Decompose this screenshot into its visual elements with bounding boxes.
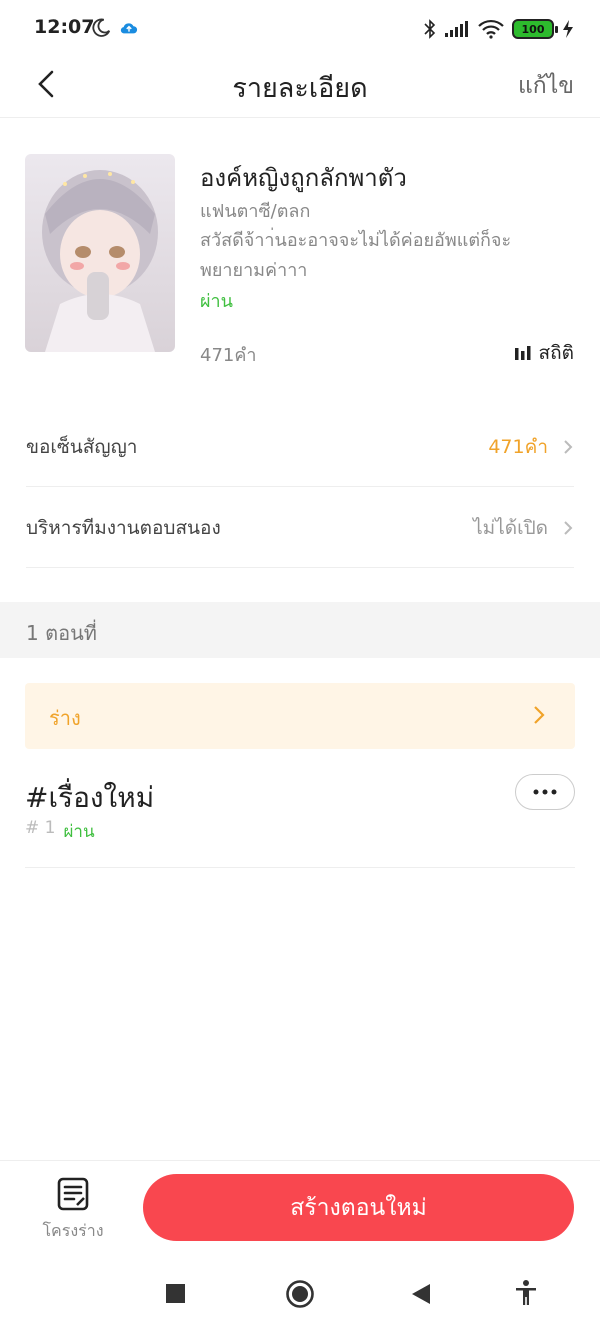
navbar: รายละเอียด แก้ไข: [0, 58, 600, 118]
signal-icon: [445, 21, 468, 37]
book-genre: แฟนตาซี/ตลก: [200, 201, 311, 222]
cloud-upload-icon: [120, 23, 138, 34]
book-word-count: 471คำ: [200, 345, 257, 366]
bar-chart-icon: [514, 346, 531, 360]
book-title: องค์หญิงถูกลักพาตัว: [200, 164, 407, 192]
team-response-value: ไม่ได้เปิด: [473, 516, 548, 539]
book-info: องค์หญิงถูกลักพาตัว แฟนตาซี/ตลก สวัสดีจ้…: [0, 154, 600, 366]
battery-level: 100: [521, 22, 545, 36]
team-response-row[interactable]: บริหารทีมงานตอบสนอง ไม่ได้เปิด: [26, 488, 574, 568]
chevron-right-icon: [534, 706, 545, 724]
page-title: รายละเอียด: [232, 73, 368, 104]
chapter-number: # 1: [25, 818, 56, 838]
chevron-right-icon: [564, 520, 573, 535]
status-time: 12:07: [34, 16, 95, 38]
chevron-right-icon: [564, 439, 573, 454]
charging-icon: [563, 20, 573, 38]
home-icon[interactable]: [285, 1279, 315, 1309]
chapter-meta: # 1 ผ่าน: [25, 818, 95, 845]
system-nav-bar: [0, 1254, 600, 1333]
contract-label: ขอเซ็นสัญญา: [26, 435, 138, 458]
chapter-count: 1 ตอนที่: [26, 621, 97, 645]
draft-row[interactable]: ร่าง: [25, 683, 575, 749]
wifi-icon: [478, 19, 504, 39]
status-bar: 12:07 100: [0, 0, 600, 58]
book-status: ผ่าน: [200, 291, 233, 312]
book-cover-image[interactable]: [25, 154, 175, 352]
accessibility-icon[interactable]: [514, 1279, 538, 1307]
create-chapter-button[interactable]: สร้างตอนใหม่: [143, 1174, 574, 1241]
battery-icon: 100: [512, 19, 558, 39]
status-icons: 100: [424, 17, 574, 41]
system-back-icon[interactable]: [410, 1282, 432, 1306]
draft-label: ร่าง: [49, 706, 81, 730]
outline-document-icon: [57, 1177, 89, 1211]
more-options-button[interactable]: [515, 774, 575, 810]
bluetooth-icon: [424, 19, 436, 39]
bottom-action-bar: โครงร่าง สร้างตอนใหม่: [0, 1160, 600, 1254]
book-description: สวัสดีจ้าา่นอะอาจจะไม่ได้ค่อยอัพแต่ก็จะพ…: [200, 230, 512, 281]
edit-button[interactable]: แก้ไข: [518, 68, 574, 104]
chapter-title: #เรื่องใหม่: [25, 781, 155, 814]
moon-icon: [92, 18, 111, 37]
more-dots-icon: [533, 789, 557, 795]
outline-button[interactable]: โครงร่าง: [30, 1177, 116, 1243]
chapter-count-bar: 1 ตอนที่: [0, 602, 600, 658]
contract-row[interactable]: ขอเซ็นสัญญา 471คำ: [26, 407, 574, 487]
recent-apps-icon[interactable]: [166, 1284, 185, 1303]
team-response-label: บริหารทีมงานตอบสนอง: [26, 516, 221, 539]
contract-value: 471คำ: [488, 435, 548, 458]
outline-label: โครงร่าง: [42, 1221, 104, 1240]
stats-button[interactable]: สถิติ: [514, 338, 574, 368]
stats-label: สถิติ: [538, 342, 574, 364]
chapter-item[interactable]: #เรื่องใหม่ # 1 ผ่าน: [25, 766, 575, 868]
chapter-status: ผ่าน: [63, 822, 95, 842]
